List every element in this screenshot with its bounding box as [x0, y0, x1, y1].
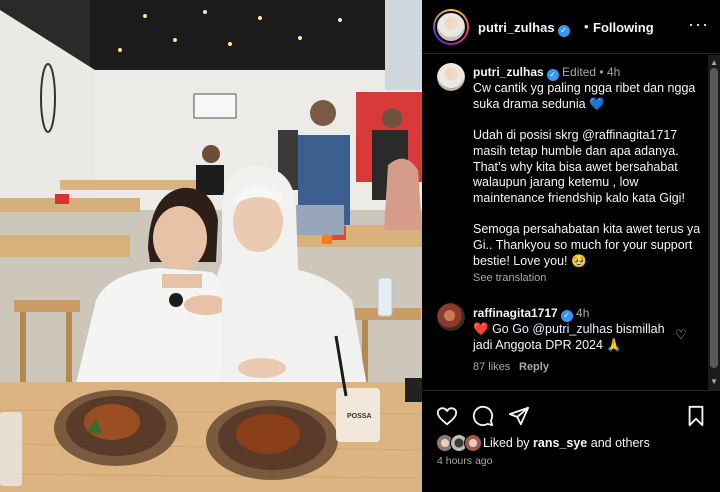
- heart-icon[interactable]: [436, 405, 458, 427]
- comment-icon[interactable]: [472, 405, 494, 427]
- comment-like-heart-icon[interactable]: ♡: [675, 327, 687, 343]
- heart-emoji: ❤️: [473, 322, 489, 336]
- following-button[interactable]: Following: [593, 20, 654, 35]
- reply-button[interactable]: Reply: [519, 361, 549, 373]
- verified-icon: ✓: [546, 69, 559, 81]
- caption-time[interactable]: 4h: [607, 65, 620, 79]
- post-photo[interactable]: POSSA: [0, 0, 422, 492]
- scroll-up-arrow-icon[interactable]: ▲: [710, 58, 718, 67]
- comment-mention[interactable]: Go Go @putri_zulhas: [492, 322, 612, 336]
- comment-likes[interactable]: 87 likes: [473, 361, 510, 373]
- post-header: putri_zulhas ✓ • Following ···: [422, 0, 720, 54]
- liker-avatar[interactable]: [464, 434, 482, 452]
- scrollbar-thumb[interactable]: [710, 68, 718, 368]
- verified-icon: ✓: [557, 25, 570, 37]
- separator-dot: •: [584, 19, 589, 34]
- comment-time[interactable]: 4h: [576, 306, 589, 320]
- more-icon[interactable]: ···: [688, 14, 709, 35]
- avatar[interactable]: [433, 9, 469, 45]
- comment-avatar[interactable]: [437, 303, 465, 331]
- comments-list[interactable]: putri_zulhas ✓ Edited • 4h Cw cantik yg p…: [422, 55, 720, 390]
- post-actions: Liked by rans_sye and others 4 hours ago: [422, 390, 720, 492]
- post-time[interactable]: 4 hours ago: [437, 455, 492, 467]
- scroll-down-arrow-icon[interactable]: ▼: [710, 377, 718, 386]
- bookmark-icon[interactable]: [685, 405, 707, 427]
- share-icon[interactable]: [508, 405, 530, 427]
- see-translation-link[interactable]: See translation: [473, 272, 546, 284]
- caption-header: putri_zulhas ✓ Edited • 4h: [473, 65, 621, 81]
- liked-by-text[interactable]: Liked by rans_sye and others: [483, 436, 650, 450]
- post-sidebar: putri_zulhas ✓ • Following ··· putri_zulh…: [422, 0, 720, 492]
- cup-label: POSSA: [347, 413, 372, 420]
- edited-label: Edited: [562, 65, 597, 79]
- comment-header: raffinagita1717 ✓ 4h: [473, 306, 589, 322]
- caption-text: Cw cantik yg paling ngga ribet dan ngga …: [473, 81, 701, 268]
- liked-by-user-link[interactable]: rans_sye: [533, 436, 587, 450]
- caption-username-link[interactable]: putri_zulhas: [473, 65, 544, 79]
- comment-username-link[interactable]: raffinagita1717: [473, 306, 558, 320]
- caption-avatar[interactable]: [437, 63, 465, 91]
- comment-text: ❤️ Go Go @putri_zulhas bismillah jadi An…: [473, 321, 673, 353]
- header-username-link[interactable]: putri_zulhas ✓: [478, 20, 570, 37]
